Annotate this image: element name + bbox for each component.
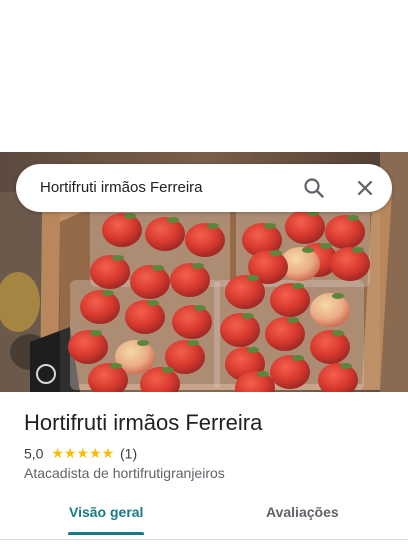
- plastic-sheen: [60, 202, 380, 392]
- tab-overview[interactable]: Visão geral: [69, 504, 143, 520]
- place-name: Hortifruti irmãos Ferreira: [24, 410, 263, 435]
- active-tab-indicator: [68, 532, 144, 535]
- tabs-divider: [0, 539, 408, 540]
- place-category[interactable]: Atacadista de hortifrutigranjeiros: [24, 465, 225, 481]
- tab-reviews[interactable]: Avaliações: [266, 504, 339, 520]
- review-count[interactable]: (1): [120, 445, 137, 461]
- place-tabs: Visão geral Avaliações: [0, 496, 408, 536]
- close-icon[interactable]: [349, 172, 381, 204]
- search-input[interactable]: Hortifruti irmãos Ferreira: [40, 179, 203, 196]
- rating-row[interactable]: 5,0 ★★★★★ (1): [24, 444, 137, 462]
- rating-value: 5,0: [24, 445, 44, 462]
- search-icon[interactable]: [298, 172, 330, 204]
- star-rating-icon: ★★★★★: [51, 444, 115, 461]
- search-bar[interactable]: Hortifruti irmãos Ferreira: [16, 164, 392, 212]
- map-blank-area: [0, 0, 408, 152]
